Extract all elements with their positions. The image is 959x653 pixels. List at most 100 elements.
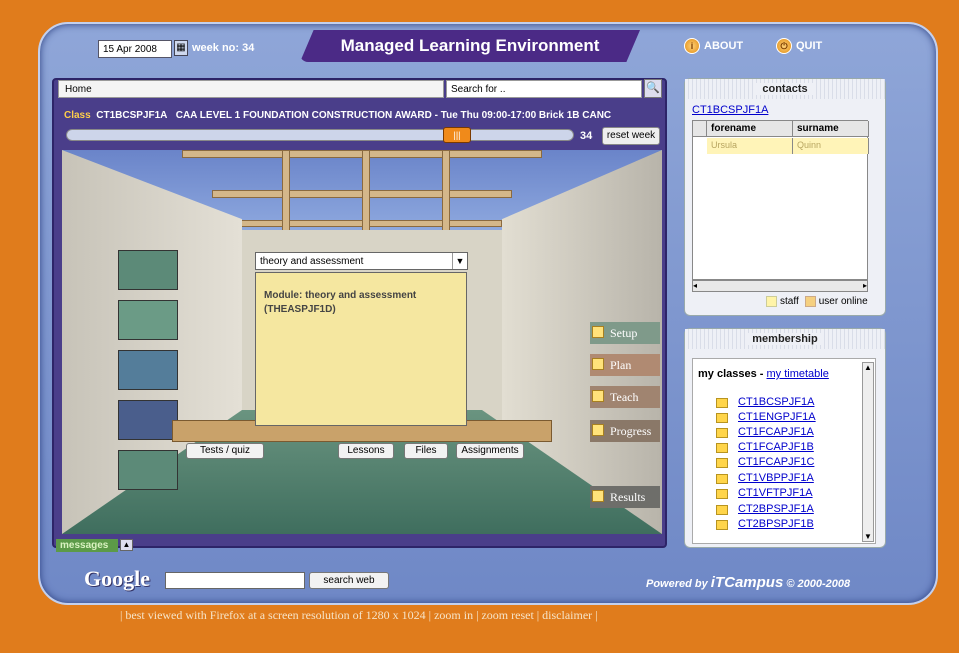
contacts-table: forename surname Ursula Quinn	[692, 120, 869, 280]
folder-icon	[716, 443, 728, 453]
app-title: Managed Learning Environment	[300, 30, 640, 62]
online-swatch	[804, 296, 816, 307]
staff-swatch	[766, 296, 777, 307]
folder-icon	[592, 326, 604, 338]
menu-progress[interactable]: Progress	[590, 420, 660, 442]
cell-surname[interactable]: Quinn	[793, 138, 869, 154]
folder-icon	[716, 398, 728, 408]
folder-icon	[592, 490, 604, 502]
menu-results-label: Results	[610, 490, 646, 504]
menu-setup[interactable]: Setup	[590, 322, 660, 344]
class-link[interactable]: CT1BCSPJF1A	[716, 396, 814, 408]
contacts-title: contacts	[756, 83, 814, 95]
home-breadcrumb[interactable]: Home	[58, 80, 444, 98]
class-link-label: CT1ENGPJF1A	[738, 411, 816, 423]
folder-icon	[716, 489, 728, 499]
quit-label: QUIT	[796, 40, 823, 52]
module-select[interactable]: theory and assessment	[255, 252, 468, 270]
folder-icon	[716, 474, 728, 484]
class-link-label: CT1BCSPJF1A	[738, 396, 815, 408]
class-link-label: CT1FCAPJF1C	[738, 456, 815, 468]
assignments-button[interactable]: Assignments	[456, 443, 524, 459]
class-link[interactable]: CT1FCAPJF1C	[716, 456, 814, 468]
search-icon[interactable]: 🔍	[644, 79, 662, 98]
chevron-down-icon[interactable]: ▼	[452, 253, 467, 269]
class-link[interactable]: CT2BPSPJF1B	[716, 518, 814, 530]
module-info: Module: theory and assessment (THEASPJF1…	[255, 272, 467, 426]
folder-icon	[716, 505, 728, 515]
google-search-input[interactable]	[165, 572, 305, 589]
tests-quiz-button[interactable]: Tests / quiz	[186, 443, 264, 459]
search-input[interactable]: Search for ..	[446, 80, 642, 98]
footer-links[interactable]: | best viewed with Firefox at a screen r…	[120, 608, 598, 623]
quit-button[interactable]: ⏻ QUIT	[776, 38, 822, 54]
separator: -	[756, 368, 767, 380]
legend-online-label: user online	[818, 296, 868, 308]
bookshelf-binder[interactable]	[118, 250, 178, 290]
class-link-label: CT2BPSPJF1A	[738, 503, 814, 515]
vertical-scrollbar[interactable]: ▲ ▼	[862, 362, 874, 542]
contacts-header: contacts	[685, 79, 885, 99]
legend-staff: staff	[766, 296, 799, 307]
class-link[interactable]: CT1VFTPJF1A	[716, 487, 813, 499]
bookshelf-binder[interactable]	[118, 300, 178, 340]
class-description: CAA LEVEL 1 FOUNDATION CONSTRUCTION AWAR…	[175, 110, 612, 121]
menu-teach[interactable]: Teach	[590, 386, 660, 408]
class-link-label: CT2BPSPJF1B	[738, 518, 814, 530]
my-classes-header: my classes - my timetable	[698, 368, 829, 380]
cell-forename[interactable]: Ursula	[707, 138, 793, 154]
lessons-button[interactable]: Lessons	[338, 443, 394, 459]
column-forename[interactable]: forename	[707, 121, 793, 137]
folder-icon	[716, 428, 728, 438]
chevron-up-icon[interactable]: ▲	[120, 539, 133, 551]
column-surname[interactable]: surname	[793, 121, 869, 137]
class-label: Class	[64, 110, 91, 121]
menu-setup-label: Setup	[610, 326, 638, 340]
class-info: Class CT1BCSPJF1A CAA LEVEL 1 FOUNDATION…	[64, 110, 611, 121]
powered-prefix: Powered by	[646, 578, 711, 590]
class-link-label: CT1VFTPJF1A	[738, 487, 813, 499]
class-link-label: CT1VBPPJF1A	[738, 472, 814, 484]
contacts-class-link[interactable]: CT1BCSPJF1A	[692, 104, 768, 116]
files-button[interactable]: Files	[404, 443, 448, 459]
search-web-button[interactable]: search web	[309, 572, 389, 589]
date-field[interactable]: 15 Apr 2008	[98, 40, 172, 58]
class-link-label: CT1FCAPJF1B	[738, 441, 814, 453]
bookshelf-binder[interactable]	[118, 450, 178, 490]
powered-brand: iTCampus	[710, 574, 784, 591]
folder-icon	[592, 390, 604, 402]
class-link[interactable]: CT2BPSPJF1A	[716, 503, 814, 515]
class-link[interactable]: CT1ENGPJF1A	[716, 411, 816, 423]
horizontal-scrollbar[interactable]: ◂ ▸	[692, 280, 868, 292]
powered-by: Powered by iTCampus © 2000-2008	[646, 574, 850, 591]
my-timetable-link[interactable]: my timetable	[767, 368, 829, 380]
messages-tab[interactable]: messages	[56, 539, 118, 552]
contacts-legend: staff user online	[766, 296, 868, 307]
folder-icon	[716, 520, 728, 530]
class-link[interactable]: CT1VBPPJF1A	[716, 472, 814, 484]
bookshelf-binder[interactable]	[118, 400, 178, 440]
bookshelf-binder[interactable]	[118, 350, 178, 390]
folder-icon	[716, 413, 728, 423]
menu-teach-label: Teach	[610, 390, 639, 404]
legend-online: user online	[804, 296, 868, 308]
week-slider[interactable]	[66, 129, 574, 141]
my-classes-label: my classes	[698, 368, 757, 380]
menu-plan-label: Plan	[610, 358, 632, 372]
class-link[interactable]: CT1FCAPJF1A	[716, 426, 814, 438]
about-button[interactable]: i ABOUT	[684, 38, 743, 54]
menu-results[interactable]: Results	[590, 486, 660, 508]
class-link[interactable]: CT1FCAPJF1B	[716, 441, 814, 453]
legend-staff-label: staff	[780, 296, 799, 308]
calendar-icon[interactable]: ▦	[174, 40, 188, 56]
powered-suffix: © 2000-2008	[783, 578, 851, 590]
folder-icon	[592, 358, 604, 370]
menu-progress-label: Progress	[610, 424, 652, 438]
membership-header: membership	[685, 329, 885, 349]
menu-plan[interactable]: Plan	[590, 354, 660, 376]
week-slider-thumb[interactable]: |||	[443, 127, 471, 143]
membership-title: membership	[746, 333, 824, 345]
reset-week-button[interactable]: reset week	[602, 127, 660, 145]
week-value: 34	[580, 130, 593, 142]
week-number: week no: 34	[192, 42, 255, 54]
